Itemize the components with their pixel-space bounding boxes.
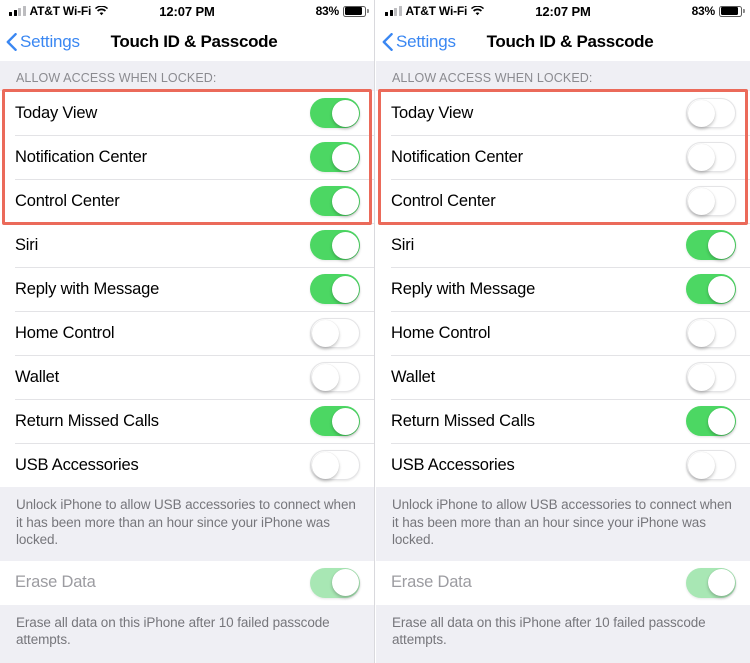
toggle-switch-reply-with-message[interactable]	[686, 274, 736, 304]
toggle-switch-usb-accessories[interactable]	[310, 450, 360, 480]
row-label: Control Center	[391, 191, 496, 210]
row-label: Today View	[391, 103, 474, 122]
settings-group: Today View Notification Center Control Cen…	[0, 91, 374, 487]
toggle-switch-control-center[interactable]	[310, 186, 360, 216]
toggle-switch-erase-data[interactable]	[310, 567, 360, 598]
table-row[interactable]: Return Missed Calls	[376, 399, 750, 443]
row-label: Erase Data	[391, 573, 472, 591]
status-bar: AT&T Wi-Fi 12:07 PM 83%	[376, 0, 750, 22]
table-row[interactable]: USB Accessories	[376, 443, 750, 487]
toggle-switch-wallet[interactable]	[686, 362, 736, 392]
settings-group: Today View Notification Center Control Cen…	[376, 91, 750, 487]
back-button-label: Settings	[20, 31, 80, 51]
row-label: Control Center	[15, 191, 120, 210]
row-label: Erase Data	[15, 573, 96, 591]
table-row[interactable]: Today View	[376, 91, 750, 135]
table-row-erase-data[interactable]: Erase Data	[376, 560, 750, 605]
battery-icon	[343, 5, 369, 17]
table-row[interactable]: Reply with Message	[376, 267, 750, 311]
nav-bar: Settings Touch ID & Passcode	[0, 22, 374, 61]
toggle-switch-siri[interactable]	[686, 230, 736, 260]
status-bar-right: 83%	[691, 4, 745, 18]
toggle-switch-return-missed-calls[interactable]	[686, 406, 736, 436]
row-label: Wallet	[391, 367, 436, 386]
table-row[interactable]: Return Missed Calls	[0, 399, 374, 443]
table-row[interactable]: Control Center	[376, 179, 750, 223]
erase-data-group: Erase Data	[376, 560, 750, 605]
back-button[interactable]: Settings	[382, 32, 456, 52]
row-label: Reply with Message	[391, 279, 536, 298]
battery-icon	[719, 5, 745, 17]
toggle-switch-today-view[interactable]	[310, 98, 360, 128]
row-label: Today View	[15, 103, 98, 122]
usb-accessories-note: Unlock iPhone to allow USB accessories t…	[376, 487, 750, 561]
table-row[interactable]: Wallet	[376, 355, 750, 399]
table-row[interactable]: Today View	[0, 91, 374, 135]
toggle-switch-return-missed-calls[interactable]	[310, 406, 360, 436]
settings-content: ALLOW ACCESS WHEN LOCKED: Today View Notif…	[376, 61, 750, 663]
row-label: Wallet	[15, 367, 60, 386]
battery-percent-label: 83%	[315, 4, 340, 18]
row-label: Return Missed Calls	[15, 411, 159, 430]
toggle-switch-notification-center[interactable]	[686, 142, 736, 172]
toggle-switch-wallet[interactable]	[310, 362, 360, 392]
row-label: Return Missed Calls	[391, 411, 535, 430]
row-label: Notification Center	[15, 147, 147, 166]
table-row[interactable]: Control Center	[0, 179, 374, 223]
table-row[interactable]: Wallet	[0, 355, 374, 399]
toggle-switch-erase-data[interactable]	[686, 567, 736, 598]
chevron-left-icon	[6, 32, 17, 51]
erase-data-group: Erase Data	[0, 560, 374, 605]
table-row[interactable]: Notification Center	[0, 135, 374, 179]
toggle-switch-reply-with-message[interactable]	[310, 274, 360, 304]
row-label: Reply with Message	[15, 279, 160, 298]
toggle-switch-home-control[interactable]	[310, 318, 360, 348]
row-label: Siri	[391, 235, 415, 254]
table-row-erase-data[interactable]: Erase Data	[0, 560, 374, 605]
table-row[interactable]: Reply with Message	[0, 267, 374, 311]
row-label: USB Accessories	[391, 455, 515, 474]
status-bar: AT&T Wi-Fi 12:07 PM 83%	[0, 0, 374, 22]
table-row[interactable]: Notification Center	[376, 135, 750, 179]
row-label: USB Accessories	[15, 455, 139, 474]
section-header: ALLOW ACCESS WHEN LOCKED:	[376, 61, 750, 91]
chevron-left-icon	[382, 32, 393, 51]
status-bar-right: 83%	[315, 4, 369, 18]
table-row[interactable]: Siri	[376, 223, 750, 267]
section-header: ALLOW ACCESS WHEN LOCKED:	[0, 61, 374, 91]
settings-panel-right: AT&T Wi-Fi 12:07 PM 83% Settings Touch ID & …	[375, 0, 750, 663]
comparison-screenshot: AT&T Wi-Fi 12:07 PM 83% Settings Touch ID & …	[0, 0, 750, 663]
table-row[interactable]: Home Control	[376, 311, 750, 355]
toggle-switch-home-control[interactable]	[686, 318, 736, 348]
table-row[interactable]: Siri	[0, 223, 374, 267]
usb-accessories-note: Unlock iPhone to allow USB accessories t…	[0, 487, 374, 561]
settings-panel-left: AT&T Wi-Fi 12:07 PM 83% Settings Touch ID & …	[0, 0, 375, 663]
row-label: Home Control	[391, 323, 491, 342]
row-label: Home Control	[15, 323, 115, 342]
back-button[interactable]: Settings	[6, 32, 80, 52]
back-button-label: Settings	[396, 31, 456, 51]
toggle-switch-usb-accessories[interactable]	[686, 450, 736, 480]
toggle-switch-notification-center[interactable]	[310, 142, 360, 172]
row-label: Siri	[15, 235, 39, 254]
settings-content: ALLOW ACCESS WHEN LOCKED: Today View Notif…	[0, 61, 374, 663]
erase-data-note: Erase all data on this iPhone after 10 f…	[0, 604, 374, 661]
toggle-switch-today-view[interactable]	[686, 98, 736, 128]
table-row[interactable]: Home Control	[0, 311, 374, 355]
table-row[interactable]: USB Accessories	[0, 443, 374, 487]
erase-data-note: Erase all data on this iPhone after 10 f…	[376, 604, 750, 661]
toggle-switch-siri[interactable]	[310, 230, 360, 260]
toggle-switch-control-center[interactable]	[686, 186, 736, 216]
nav-bar: Settings Touch ID & Passcode	[376, 22, 750, 61]
battery-percent-label: 83%	[691, 4, 716, 18]
row-label: Notification Center	[391, 147, 523, 166]
